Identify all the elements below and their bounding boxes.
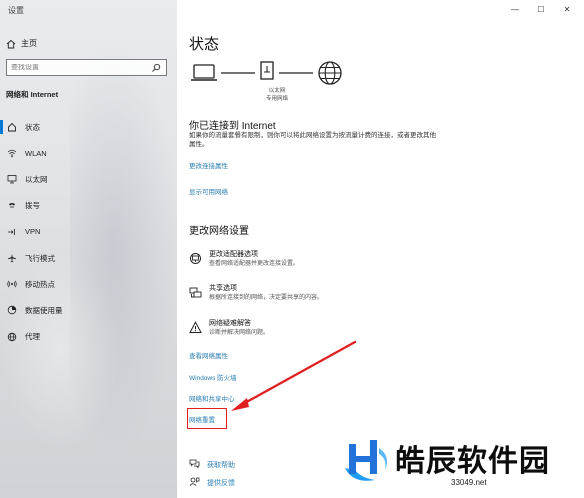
connection-diagram: 以太网 专用网络 — [189, 60, 359, 110]
sidebar-item-vpn[interactable]: VPN — [0, 219, 177, 245]
view-network-properties-link[interactable]: 查看网络属性 — [189, 350, 228, 360]
maximize-button[interactable]: ☐ — [528, 3, 554, 17]
option-title: 网络疑难解答 — [209, 320, 251, 327]
network-troubleshooter-item[interactable]: 网络疑难解答 诊断并解决网络问题。 — [189, 319, 269, 338]
watermark-url: 33049.net — [451, 478, 487, 487]
sidebar-item-status[interactable]: 状态 — [0, 114, 177, 140]
sidebar-section-title: 网络和 Internet — [6, 90, 59, 99]
airplane-icon — [7, 253, 17, 263]
watermark-name: 皓辰软件园 — [395, 444, 550, 479]
internet-globe-icon — [318, 61, 342, 85]
sidebar-item-hotspot[interactable]: 移动热点 — [0, 271, 177, 297]
sidebar-home[interactable]: 主页 — [6, 38, 37, 49]
sidebar: 设置 主页 网络和 Internet 状态 WLAN — [0, 0, 180, 498]
option-subtitle: 诊断并解决网络问题。 — [209, 330, 270, 336]
sidebar-item-label: VPN — [25, 227, 41, 237]
sidebar-nav: 状态 WLAN 以太网 拨号 VPN 飞行模式 移动热点 数据使用量 代理 — [0, 114, 177, 350]
diagram-caption: 以太网 专用网络 — [247, 87, 307, 103]
change-settings-heading: 更改网络设置 — [189, 226, 249, 237]
home-status-icon — [7, 122, 17, 132]
adapter-options-item[interactable]: 更改适配器选项 查看网络适配器并更改连接设置。 — [189, 250, 299, 269]
page-title: 状态 — [189, 36, 220, 53]
sidebar-home-label: 主页 — [21, 39, 37, 48]
give-feedback-item[interactable]: 提供反馈 — [189, 476, 235, 489]
option-title: 更改适配器选项 — [209, 251, 258, 258]
network-label: 专用网络 — [265, 96, 288, 102]
wifi-icon — [7, 148, 17, 158]
sidebar-item-label: 飞行模式 — [25, 253, 55, 263]
settings-search-input[interactable] — [11, 64, 151, 71]
hotspot-icon — [7, 279, 17, 289]
sidebar-item-wlan[interactable]: WLAN — [0, 140, 177, 166]
sidebar-item-label: 代理 — [25, 332, 40, 342]
feedback-icon — [189, 476, 200, 489]
get-help-label: 获取帮助 — [207, 461, 235, 469]
watermark-logo — [345, 440, 387, 481]
ethernet-icon — [7, 174, 17, 184]
sidebar-item-label: 以太网 — [25, 174, 48, 184]
connection-diagram-graphic — [191, 61, 342, 85]
option-subtitle: 查看网络适配器并更改连接设置。 — [209, 261, 300, 267]
sidebar-item-data-usage[interactable]: 数据使用量 — [0, 297, 177, 323]
settings-search-box[interactable] — [6, 59, 167, 76]
adapter-label: 以太网 — [268, 88, 286, 94]
give-feedback-label: 提供反馈 — [207, 479, 235, 487]
sidebar-item-airplane[interactable]: 飞行模式 — [0, 245, 177, 271]
sidebar-item-dialup[interactable]: 拨号 — [0, 193, 177, 219]
sidebar-item-label: 状态 — [25, 122, 40, 132]
sharing-icon — [189, 286, 202, 299]
close-button[interactable]: ✕ — [554, 3, 580, 17]
warning-icon — [189, 321, 202, 334]
watermark: 皓辰软件园 33049.net — [339, 430, 579, 490]
minimize-button[interactable]: — — [502, 3, 528, 17]
adapter-icon — [189, 252, 202, 265]
connected-description: 如果你的流量套餐有限制，则你可以将此网络设置为按流量计费的连接，或者更改其他属性… — [189, 132, 436, 148]
get-help-item[interactable]: 获取帮助 — [189, 458, 235, 471]
ethernet-adapter-icon — [260, 61, 274, 80]
search-icon[interactable] — [151, 63, 161, 73]
sharing-options-item[interactable]: 共享选项 根据所连接到的网络，决定要共享的内容。 — [189, 284, 323, 303]
data-usage-icon — [7, 305, 17, 315]
sidebar-item-proxy[interactable]: 代理 — [0, 324, 177, 350]
sidebar-item-label: 拨号 — [25, 201, 40, 211]
vpn-icon — [7, 227, 17, 237]
laptop-icon — [191, 64, 217, 81]
option-title: 共享选项 — [209, 285, 237, 292]
windows-firewall-link[interactable]: Windows 防火墙 — [189, 372, 237, 382]
sidebar-item-ethernet[interactable]: 以太网 — [0, 166, 177, 192]
connected-heading: 你已连接到 Internet — [189, 121, 276, 132]
network-sharing-center-link[interactable]: 网络和共享中心 — [189, 393, 235, 403]
show-available-networks-link[interactable]: 显示可用网络 — [189, 186, 228, 196]
home-icon — [6, 39, 16, 49]
main-panel: — ☐ ✕ 状态 以太网 专用网络 你已连接到 Internet 如果你的流量套… — [177, 0, 584, 498]
sidebar-item-label: 数据使用量 — [25, 305, 63, 315]
help-chat-icon — [189, 458, 200, 471]
network-reset-highlight — [187, 408, 227, 429]
sidebar-item-label: WLAN — [25, 148, 47, 158]
option-subtitle: 根据所连接到的网络，决定要共享的内容。 — [209, 295, 324, 301]
window-title: 设置 — [8, 6, 24, 15]
change-connection-properties-link[interactable]: 更改连接属性 — [189, 160, 228, 170]
dialup-icon — [7, 201, 17, 211]
globe-icon — [7, 332, 17, 342]
window-controls: — ☐ ✕ — [502, 3, 580, 17]
sidebar-item-label: 移动热点 — [25, 279, 55, 289]
